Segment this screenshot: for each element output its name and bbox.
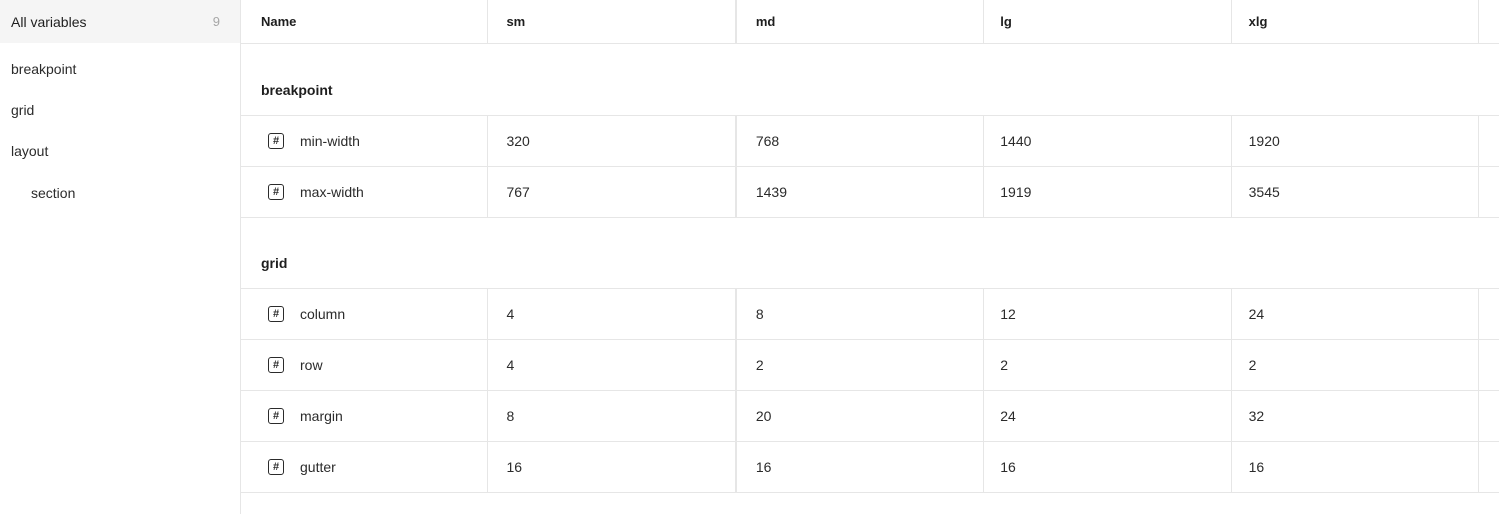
variable-name-cell[interactable]: # margin <box>241 391 489 441</box>
row-spacer <box>1479 391 1499 441</box>
table-header-row: Name sm md lg xlg <box>241 0 1499 44</box>
sidebar-item-section[interactable]: section <box>0 172 240 213</box>
all-variables-label: All variables <box>11 13 87 30</box>
column-header-name[interactable]: Name <box>241 0 489 43</box>
group-header-breakpoint: breakpoint <box>241 44 1499 116</box>
value-cell-xlg[interactable]: 24 <box>1232 289 1480 339</box>
value-cell-md[interactable]: 20 <box>735 391 985 441</box>
variable-name: max-width <box>300 184 364 200</box>
number-variable-icon: # <box>268 306 284 322</box>
number-variable-icon: # <box>268 459 284 475</box>
sidebar-group-list: breakpoint grid layout section <box>0 43 240 213</box>
table-row[interactable]: # column 4 8 12 24 <box>241 289 1499 340</box>
row-spacer <box>1479 116 1499 166</box>
table-row[interactable]: # margin 8 20 24 32 <box>241 391 1499 442</box>
value-cell-xlg[interactable]: 16 <box>1232 442 1480 492</box>
column-header-xlg[interactable]: xlg <box>1232 0 1480 43</box>
value-cell-xlg[interactable]: 2 <box>1232 340 1480 390</box>
value-cell-xlg[interactable]: 3545 <box>1232 167 1480 217</box>
variable-name: min-width <box>300 133 360 149</box>
value-cell-md[interactable]: 1439 <box>735 167 985 217</box>
row-spacer <box>1479 167 1499 217</box>
value-cell-lg[interactable]: 12 <box>984 289 1232 339</box>
value-cell-md[interactable]: 768 <box>735 116 985 166</box>
variables-table: Name sm md lg xlg breakpoint # min-width… <box>240 0 1499 514</box>
sidebar-item-label: section <box>31 184 76 201</box>
value-cell-xlg[interactable]: 32 <box>1232 391 1480 441</box>
value-cell-lg[interactable]: 1440 <box>984 116 1232 166</box>
column-header-sm[interactable]: sm <box>488 0 736 43</box>
row-spacer <box>1479 442 1499 492</box>
variable-name: row <box>300 357 323 373</box>
column-header-md[interactable]: md <box>735 0 985 43</box>
value-cell-sm[interactable]: 767 <box>488 167 736 217</box>
sidebar-item-label: grid <box>11 101 35 118</box>
value-cell-lg[interactable]: 16 <box>984 442 1232 492</box>
variable-name-cell[interactable]: # max-width <box>241 167 489 217</box>
value-cell-sm[interactable]: 320 <box>488 116 736 166</box>
variable-name: column <box>300 306 346 322</box>
value-cell-lg[interactable]: 2 <box>984 340 1232 390</box>
variable-name-cell[interactable]: # min-width <box>241 116 489 166</box>
column-spacer <box>1479 0 1499 43</box>
value-cell-sm[interactable]: 4 <box>488 289 736 339</box>
group-header-grid: grid <box>241 218 1499 289</box>
sidebar-item-breakpoint[interactable]: breakpoint <box>0 48 240 89</box>
value-cell-md[interactable]: 2 <box>735 340 985 390</box>
value-cell-lg[interactable]: 24 <box>984 391 1232 441</box>
table-row[interactable]: # row 4 2 2 2 <box>241 340 1499 391</box>
table-row[interactable]: # gutter 16 16 16 16 <box>241 442 1499 493</box>
number-variable-icon: # <box>268 133 284 149</box>
sidebar-item-label: breakpoint <box>11 60 77 77</box>
value-cell-md[interactable]: 16 <box>735 442 985 492</box>
table-row[interactable]: # min-width 320 768 1440 1920 <box>241 116 1499 167</box>
variable-name-cell[interactable]: # column <box>241 289 489 339</box>
value-cell-md[interactable]: 8 <box>735 289 985 339</box>
all-variables-item[interactable]: All variables 9 <box>0 0 240 43</box>
value-cell-sm[interactable]: 16 <box>488 442 736 492</box>
variables-count: 9 <box>212 14 220 29</box>
variables-panel: All variables 9 breakpoint grid layout s… <box>0 0 1499 514</box>
table-row[interactable]: # max-width 767 1439 1919 3545 <box>241 167 1499 218</box>
variable-name: margin <box>300 408 343 424</box>
variable-name-cell[interactable]: # row <box>241 340 489 390</box>
number-variable-icon: # <box>268 184 284 200</box>
column-header-lg[interactable]: lg <box>984 0 1232 43</box>
sidebar-item-label: layout <box>11 143 49 160</box>
variable-name-cell[interactable]: # gutter <box>241 442 489 492</box>
row-spacer <box>1479 289 1499 339</box>
sidebar-item-layout[interactable]: layout <box>0 131 240 172</box>
value-cell-sm[interactable]: 4 <box>488 340 736 390</box>
variable-name: gutter <box>300 459 336 475</box>
value-cell-lg[interactable]: 1919 <box>984 167 1232 217</box>
value-cell-sm[interactable]: 8 <box>488 391 736 441</box>
value-cell-xlg[interactable]: 1920 <box>1232 116 1480 166</box>
sidebar-item-grid[interactable]: grid <box>0 89 240 130</box>
row-spacer <box>1479 340 1499 390</box>
collections-sidebar: All variables 9 breakpoint grid layout s… <box>0 0 240 514</box>
number-variable-icon: # <box>268 357 284 373</box>
number-variable-icon: # <box>268 408 284 424</box>
